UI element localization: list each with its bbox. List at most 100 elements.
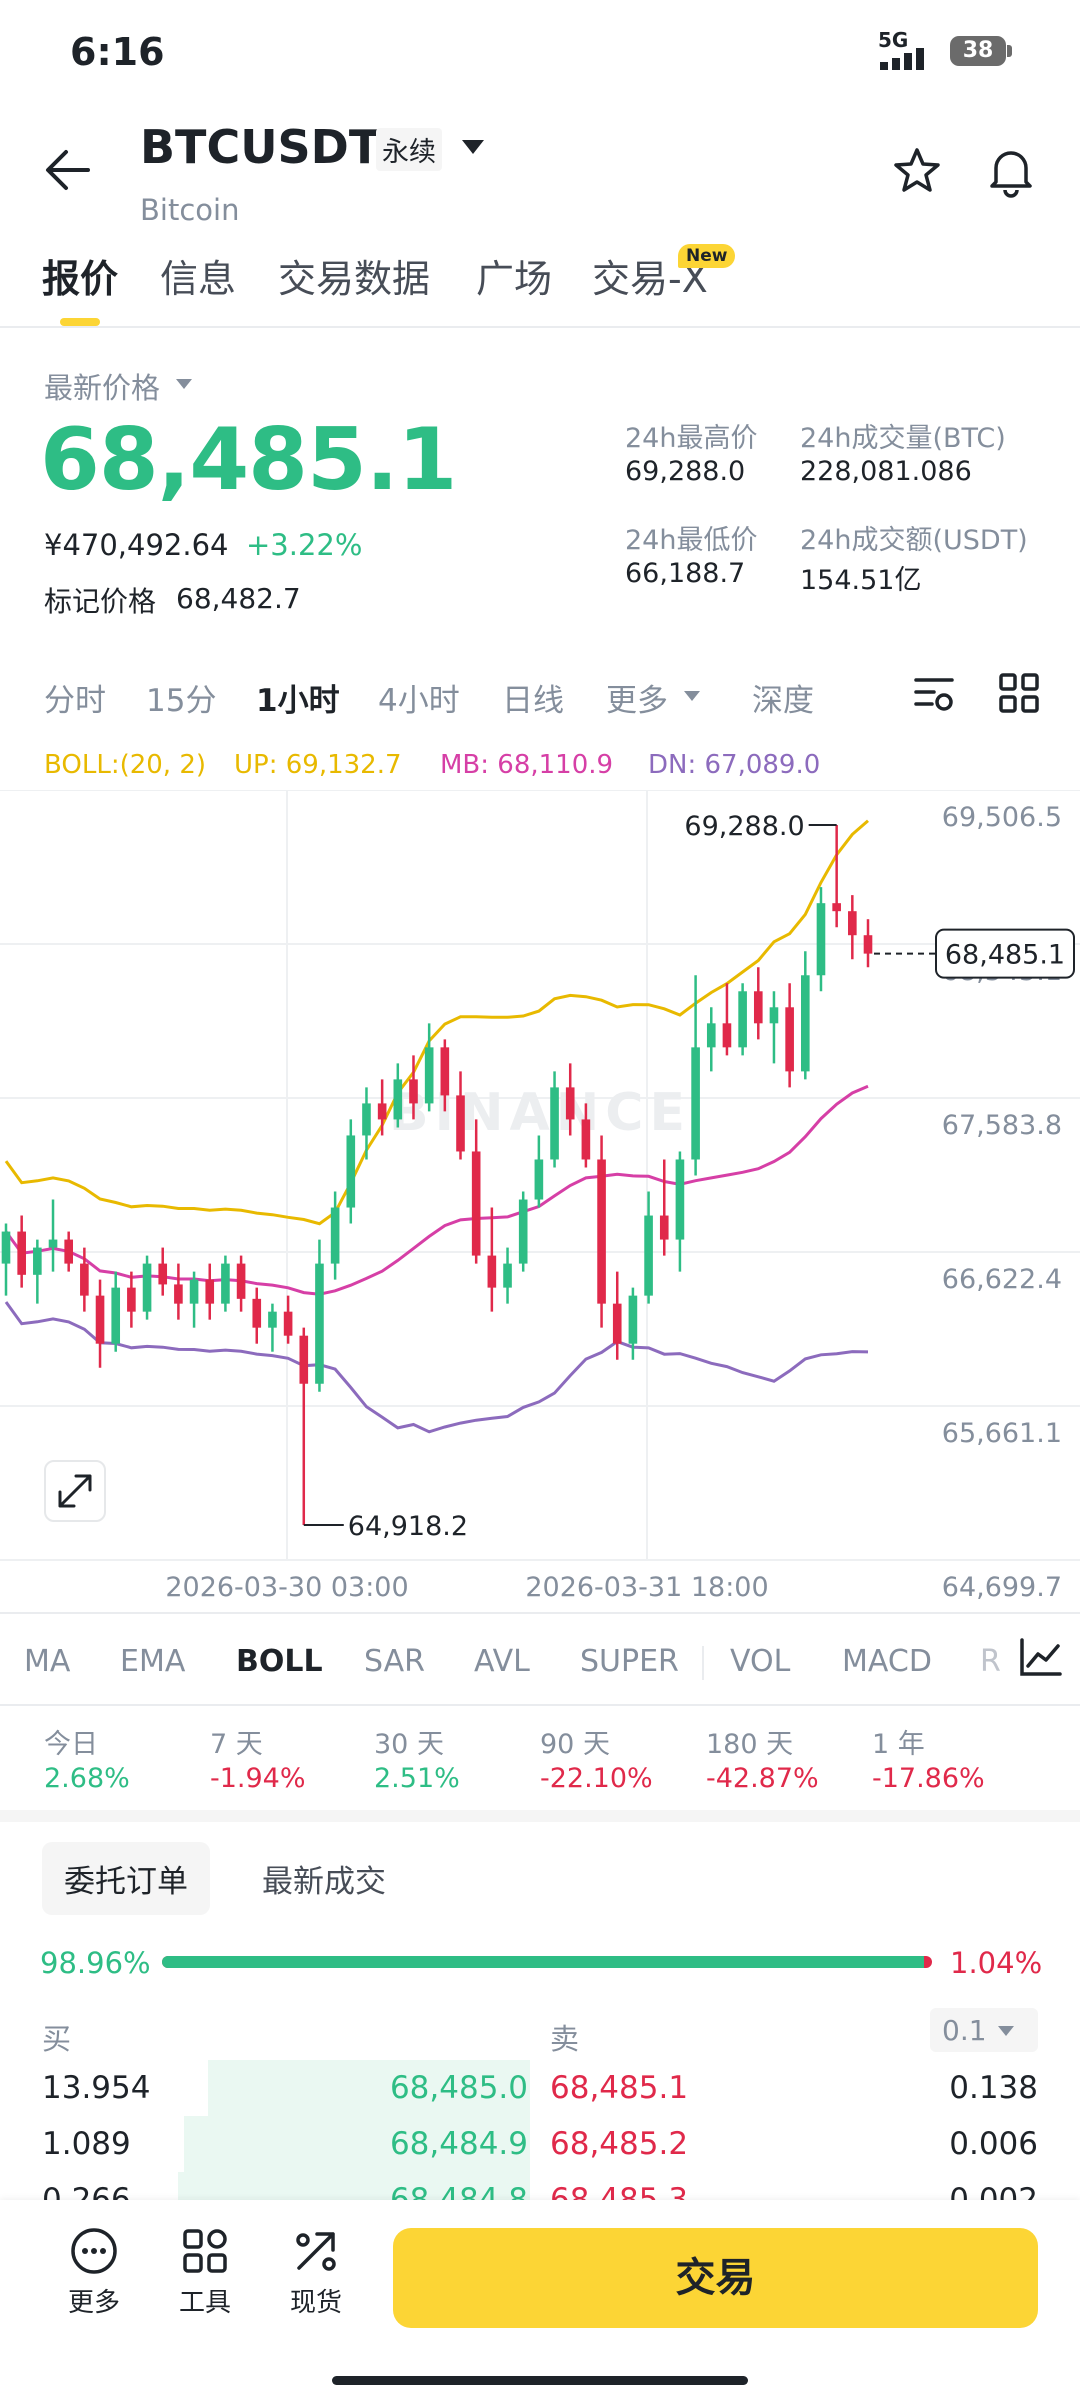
period-label-90d: 90 天 bbox=[540, 1729, 610, 1760]
ratio-bar-buy-fill bbox=[162, 1956, 924, 1968]
chart-settings-icon[interactable] bbox=[912, 672, 956, 720]
candle-body bbox=[487, 1255, 497, 1288]
indicator-ma[interactable]: MA bbox=[24, 1644, 70, 1679]
last-price-dropdown-icon[interactable] bbox=[174, 376, 194, 395]
last-price-label[interactable]: 最新价格 bbox=[44, 365, 160, 407]
candle-body bbox=[64, 1239, 74, 1264]
trade-button[interactable]: 交易 bbox=[393, 2228, 1038, 2328]
back-icon[interactable] bbox=[44, 148, 92, 196]
interval-time[interactable]: 分时 bbox=[44, 675, 106, 720]
vol-usdt-value: 154.51亿 bbox=[800, 565, 922, 596]
symbol-dropdown-icon[interactable] bbox=[460, 138, 486, 160]
indicator-ema[interactable]: EMA bbox=[120, 1644, 185, 1679]
boll-dn: DN: 67,089.0 bbox=[648, 750, 821, 780]
y-tick-label: 66,622.4 bbox=[942, 1264, 1062, 1295]
candle-body bbox=[236, 1263, 246, 1299]
indicator-sar[interactable]: SAR bbox=[364, 1644, 425, 1679]
interval-more[interactable]: 更多 bbox=[606, 675, 668, 720]
kline-chart[interactable]: 69,506.568,545.167,583.866,622.465,661.1… bbox=[0, 790, 1080, 1600]
favorite-star-icon[interactable] bbox=[892, 146, 942, 200]
interval-1h[interactable]: 1小时 bbox=[256, 675, 340, 720]
indicator-macd[interactable]: MACD bbox=[842, 1644, 932, 1679]
ask-price: 68,485.2 bbox=[550, 2126, 689, 2162]
indicator-avl[interactable]: AVL bbox=[474, 1644, 530, 1679]
period-label-7d: 7 天 bbox=[210, 1729, 263, 1760]
period-value-30d: 2.51% bbox=[374, 1763, 460, 1794]
nav-spot[interactable]: 现货 bbox=[266, 2226, 366, 2319]
home-indicator bbox=[332, 2376, 748, 2385]
ratio-bar bbox=[162, 1956, 932, 1968]
bid-qty: 0.266 bbox=[42, 2182, 131, 2200]
active-tab-indicator bbox=[60, 318, 100, 326]
candle-body bbox=[785, 1007, 794, 1072]
nav-tools[interactable]: 工具 bbox=[155, 2226, 255, 2319]
candle-body bbox=[738, 991, 747, 1048]
candle-body bbox=[597, 1159, 606, 1304]
candle-body bbox=[174, 1284, 183, 1304]
tab-recent-trades[interactable]: 最新成交 bbox=[262, 1856, 386, 1901]
candle-body bbox=[330, 1207, 340, 1264]
buy-label: 买 bbox=[42, 2022, 72, 2056]
candle-body bbox=[628, 1295, 638, 1344]
bid-price: 68,484.9 bbox=[389, 2126, 528, 2162]
candle-body bbox=[440, 1047, 450, 1096]
orderbook-row[interactable]: 1.089 68,484.9 68,485.2 0.006 bbox=[0, 2116, 1080, 2172]
layout-grid-icon[interactable] bbox=[998, 672, 1040, 718]
nav-more[interactable]: 更多 bbox=[44, 2226, 144, 2319]
mark-price-value: 68,482.7 bbox=[176, 582, 301, 615]
orderbook-rows: 13.954 68,485.0 68,485.1 0.138 1.089 68,… bbox=[0, 2060, 1080, 2200]
candle-body bbox=[252, 1298, 262, 1328]
symbol-title[interactable]: BTCUSDT bbox=[140, 120, 380, 174]
tab-order-book[interactable]: 委托订单 bbox=[42, 1842, 210, 1915]
candle-body bbox=[1, 1231, 11, 1264]
candle-body bbox=[644, 1215, 653, 1296]
indicator-boll[interactable]: BOLL bbox=[236, 1644, 323, 1679]
tab-info[interactable]: 信息 bbox=[160, 248, 236, 303]
tabs-divider bbox=[0, 326, 1080, 328]
price-cny: ¥470,492.64 bbox=[44, 528, 229, 562]
indicator-r[interactable]: R bbox=[980, 1644, 1001, 1679]
candle-body bbox=[127, 1287, 136, 1312]
interval-day[interactable]: 日线 bbox=[502, 675, 564, 720]
more-dropdown-icon[interactable] bbox=[682, 688, 702, 707]
candle-body bbox=[565, 1087, 575, 1120]
candle-body bbox=[17, 1231, 26, 1275]
indicator-settings-icon[interactable] bbox=[1016, 1636, 1080, 1684]
candle-body bbox=[80, 1263, 89, 1296]
candle-body bbox=[612, 1303, 622, 1344]
status-time: 6:16 bbox=[70, 30, 165, 74]
more-icon bbox=[71, 2228, 117, 2274]
orderbook-row[interactable]: 13.954 68,485.0 68,485.1 0.138 bbox=[0, 2060, 1080, 2116]
y-tick-label: 67,583.8 bbox=[942, 1110, 1062, 1141]
interval-4h[interactable]: 4小时 bbox=[378, 675, 460, 720]
period-label-30d: 30 天 bbox=[374, 1729, 444, 1760]
tab-square[interactable]: 广场 bbox=[476, 248, 552, 303]
alert-bell-icon[interactable] bbox=[986, 144, 1036, 202]
high-value: 69,288.0 bbox=[625, 456, 746, 487]
indicator-divider-bottom bbox=[0, 1704, 1080, 1706]
indicator-vol[interactable]: VOL bbox=[730, 1644, 790, 1679]
interval-depth[interactable]: 深度 bbox=[752, 675, 814, 720]
boll-up: UP: 69,132.7 bbox=[234, 750, 402, 780]
indicator-super[interactable]: SUPER bbox=[580, 1644, 679, 1679]
nav-tools-label: 工具 bbox=[178, 2288, 231, 2318]
candle-body bbox=[675, 1159, 685, 1240]
candle-body bbox=[33, 1247, 42, 1275]
candle-body bbox=[550, 1087, 559, 1160]
candle-body bbox=[205, 1279, 215, 1304]
low-value: 66,188.7 bbox=[625, 558, 746, 589]
tab-trading-data[interactable]: 交易数据 bbox=[278, 248, 430, 303]
candle-body bbox=[299, 1335, 309, 1384]
x-tick-label: 2026-03-31 18:00 bbox=[525, 1572, 768, 1600]
battery-tip bbox=[1007, 45, 1012, 57]
spot-icon bbox=[296, 2232, 336, 2271]
fullscreen-button[interactable] bbox=[44, 1460, 106, 1522]
tab-quote[interactable]: 报价 bbox=[42, 248, 118, 303]
orderbook-row[interactable]: 0.266 68,484.8 68,485.3 0.002 bbox=[0, 2172, 1080, 2200]
precision-select[interactable]: 0.1 bbox=[930, 2008, 1038, 2052]
interval-15m[interactable]: 15分 bbox=[146, 675, 216, 720]
nav-spot-label: 现货 bbox=[289, 2288, 342, 2318]
vol-btc-label: 24h成交量(BTC) bbox=[800, 423, 1006, 454]
contract-type-badge[interactable]: 永续 bbox=[376, 128, 442, 171]
candle-body bbox=[221, 1263, 230, 1304]
